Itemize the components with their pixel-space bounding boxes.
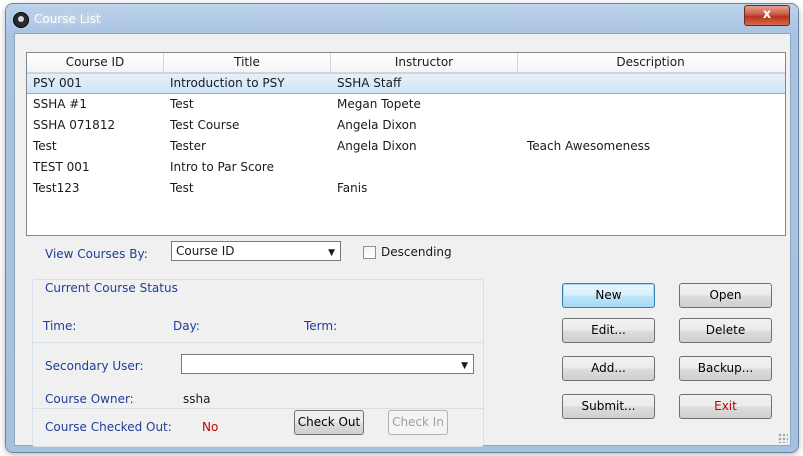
secondary-user-label: Secondary User: (45, 359, 144, 373)
cell-title: Intro to Par Score (170, 160, 274, 174)
table-row[interactable]: PSY 001 Introduction to PSY SSHA Staff (27, 73, 785, 94)
resize-grip-icon[interactable] (778, 433, 788, 443)
cell-title: Test (170, 181, 194, 195)
client-area: Course ID Title Instructor Description P… (14, 33, 791, 447)
chevron-down-icon: ▼ (461, 361, 468, 371)
status-heading: Current Course Status (45, 281, 178, 295)
cell-course-id: Test123 (33, 181, 80, 195)
column-header-instructor[interactable]: Instructor (331, 53, 518, 72)
table-row[interactable]: SSHA 071812 Test Course Angela Dixon (27, 115, 785, 136)
divider (32, 342, 484, 343)
window-title: Course List (34, 12, 101, 26)
course-checked-out-label: Course Checked Out: (45, 420, 172, 434)
descending-checkbox[interactable] (363, 246, 376, 259)
column-header-description[interactable]: Description (518, 53, 783, 72)
check-out-button[interactable]: Check Out (294, 410, 364, 435)
cell-instructor: Fanis (337, 181, 368, 195)
check-in-button[interactable]: Check In (388, 410, 448, 435)
cell-instructor: Angela Dixon (337, 139, 417, 153)
column-header-title[interactable]: Title (164, 53, 331, 72)
cell-course-id: SSHA 071812 (33, 118, 116, 132)
view-courses-by-select[interactable]: Course ID ▼ (171, 241, 341, 261)
course-owner-value: ssha (183, 392, 211, 406)
time-label: Time: (43, 319, 77, 333)
column-header-course-id[interactable]: Course ID (27, 53, 164, 72)
backup-button[interactable]: Backup... (679, 356, 772, 381)
day-label: Day: (173, 319, 200, 333)
course-owner-label: Course Owner: (45, 392, 134, 406)
delete-button[interactable]: Delete (679, 318, 772, 343)
cell-title: Test (170, 97, 194, 111)
submit-button[interactable]: Submit... (562, 394, 655, 419)
course-list-window: Course List x Course ID Title Instructor… (6, 4, 798, 452)
exit-button[interactable]: Exit (679, 394, 772, 419)
checked-out-value: No (202, 420, 219, 434)
close-button[interactable]: x (744, 5, 790, 26)
secondary-user-select[interactable]: ▼ (181, 354, 474, 374)
table-row[interactable]: SSHA #1 Test Megan Topete (27, 94, 785, 115)
table-row[interactable]: Test Tester Angela Dixon Teach Awesomene… (27, 136, 785, 157)
course-table[interactable]: Course ID Title Instructor Description P… (26, 52, 786, 236)
table-row[interactable]: TEST 001 Intro to Par Score (27, 157, 785, 178)
descending-label[interactable]: Descending (381, 245, 452, 259)
cell-course-id: PSY 001 (33, 76, 82, 90)
edit-button[interactable]: Edit... (562, 318, 655, 343)
cell-course-id: TEST 001 (33, 160, 90, 174)
new-button[interactable]: New (562, 283, 655, 308)
table-row[interactable]: Test123 Test Fanis (27, 178, 785, 199)
add-button[interactable]: Add... (562, 356, 655, 381)
cell-instructor: Megan Topete (337, 97, 421, 111)
cell-description: Teach Awesomeness (527, 139, 651, 153)
open-button[interactable]: Open (679, 283, 772, 308)
table-header: Course ID Title Instructor Description (27, 53, 785, 73)
view-courses-by-label: View Courses By: (45, 247, 148, 261)
cell-course-id: SSHA #1 (33, 97, 87, 111)
chevron-down-icon: ▼ (328, 248, 335, 258)
cell-title: Tester (170, 139, 206, 153)
cell-title: Introduction to PSY (170, 76, 285, 90)
cell-instructor: SSHA Staff (337, 76, 402, 90)
cell-title: Test Course (170, 118, 240, 132)
divider (32, 408, 484, 409)
app-icon (13, 12, 29, 28)
cell-course-id: Test (33, 139, 57, 153)
cell-instructor: Angela Dixon (337, 118, 417, 132)
term-label: Term: (304, 319, 338, 333)
view-courses-by-value: Course ID (176, 244, 235, 258)
